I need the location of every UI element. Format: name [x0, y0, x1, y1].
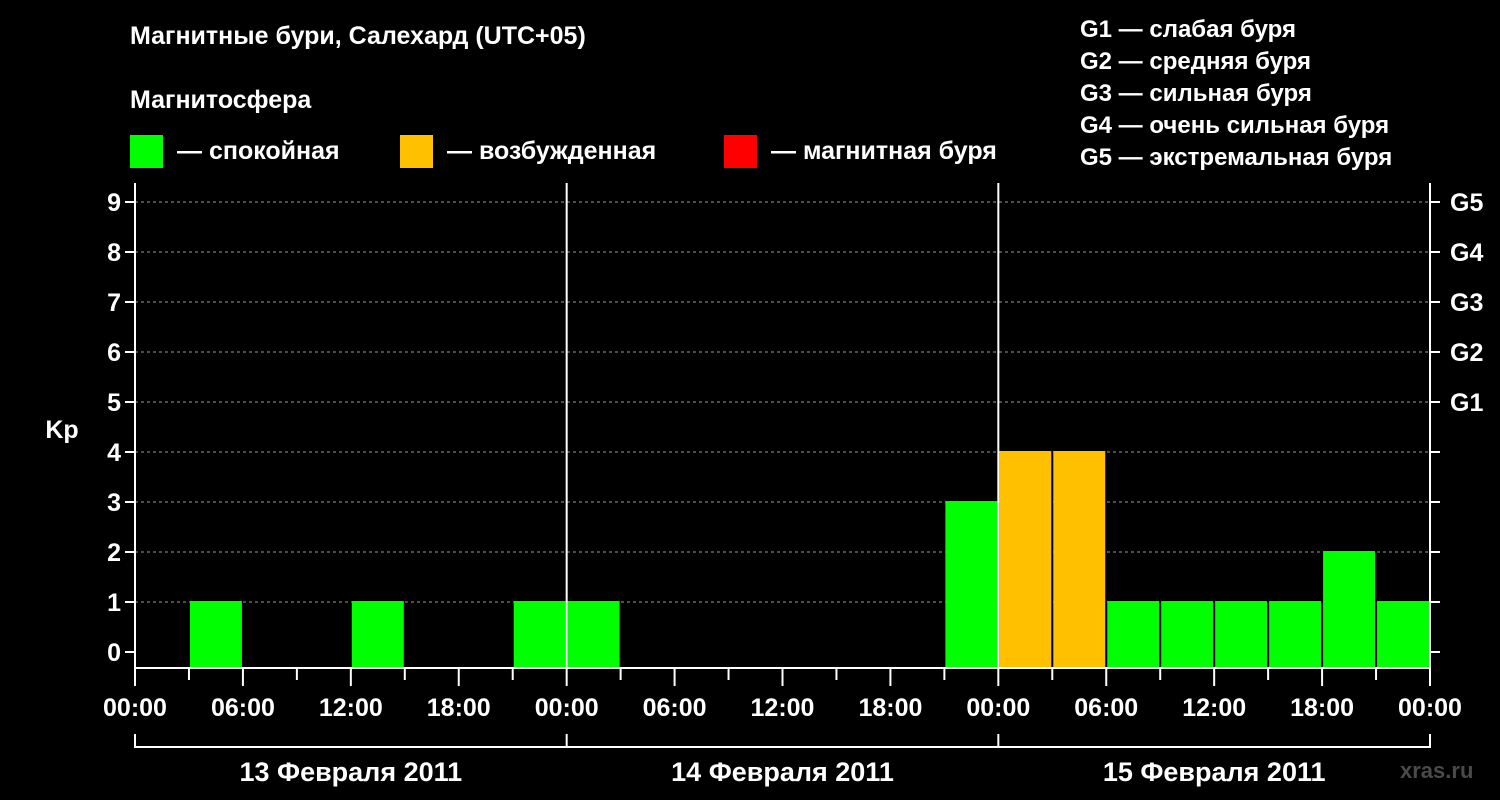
y-tick-label: 7 [107, 289, 121, 317]
g-scale-label: G2 [1450, 339, 1483, 367]
kp-bar [1107, 601, 1160, 668]
kp-bar-chart: 0 1 2 3 4 5 6 7 8 9 G1 G2 G3 G4 G5 Kp 00:00 06:00 12:00 18:… [45, 183, 1483, 787]
x-tick-label: 00:00 [1398, 694, 1462, 722]
y-tick-label: 5 [107, 389, 121, 417]
y-tick-label: 2 [107, 539, 121, 567]
x-tick-label: 12:00 [1182, 694, 1246, 722]
x-tick-label: 06:00 [1074, 694, 1138, 722]
x-tick-label: 12:00 [751, 694, 815, 722]
day-label: 15 Февраля 2011 [1103, 757, 1326, 787]
g-scale-label: G4 [1450, 239, 1483, 267]
g-scale-label: G1 [1450, 389, 1483, 417]
y-tick-label: 4 [107, 439, 121, 467]
g-scale-label: G5 [1450, 189, 1483, 217]
x-tick-label: 18:00 [427, 694, 491, 722]
y-tick-label: 9 [107, 189, 121, 217]
y-tick-label: 3 [107, 489, 121, 517]
x-tick-label: 00:00 [535, 694, 599, 722]
y-tick-label: 8 [107, 239, 121, 267]
x-tick-label: 00:00 [966, 694, 1030, 722]
day-label: 14 Февраля 2011 [671, 757, 894, 787]
kp-bar [1377, 601, 1429, 668]
x-tick-label: 00:00 [103, 694, 167, 722]
kp-bar [945, 501, 998, 668]
kp-bar [999, 451, 1052, 668]
x-tick-label: 06:00 [211, 694, 275, 722]
y-tick-label: 0 [107, 639, 121, 667]
kp-bar [1053, 451, 1106, 668]
x-tick-label: 06:00 [643, 694, 707, 722]
kp-bar [1269, 601, 1322, 668]
x-tick-label: 18:00 [1290, 694, 1354, 722]
kp-bar [1215, 601, 1268, 668]
kp-bar [351, 601, 404, 668]
watermark: xras.ru [1400, 758, 1474, 783]
y-tick-label: 1 [107, 589, 121, 617]
x-tick-label: 18:00 [858, 694, 922, 722]
y-tick-label: 6 [107, 339, 121, 367]
y-axis-label: Kp [45, 416, 78, 444]
kp-bar [1323, 551, 1376, 668]
kp-bar [1161, 601, 1214, 668]
kp-bar [513, 601, 566, 668]
g-scale-label: G3 [1450, 289, 1483, 317]
kp-bar [567, 601, 620, 668]
kp-bar [189, 601, 242, 668]
day-label: 13 Февраля 2011 [239, 757, 462, 787]
x-tick-label: 12:00 [319, 694, 383, 722]
